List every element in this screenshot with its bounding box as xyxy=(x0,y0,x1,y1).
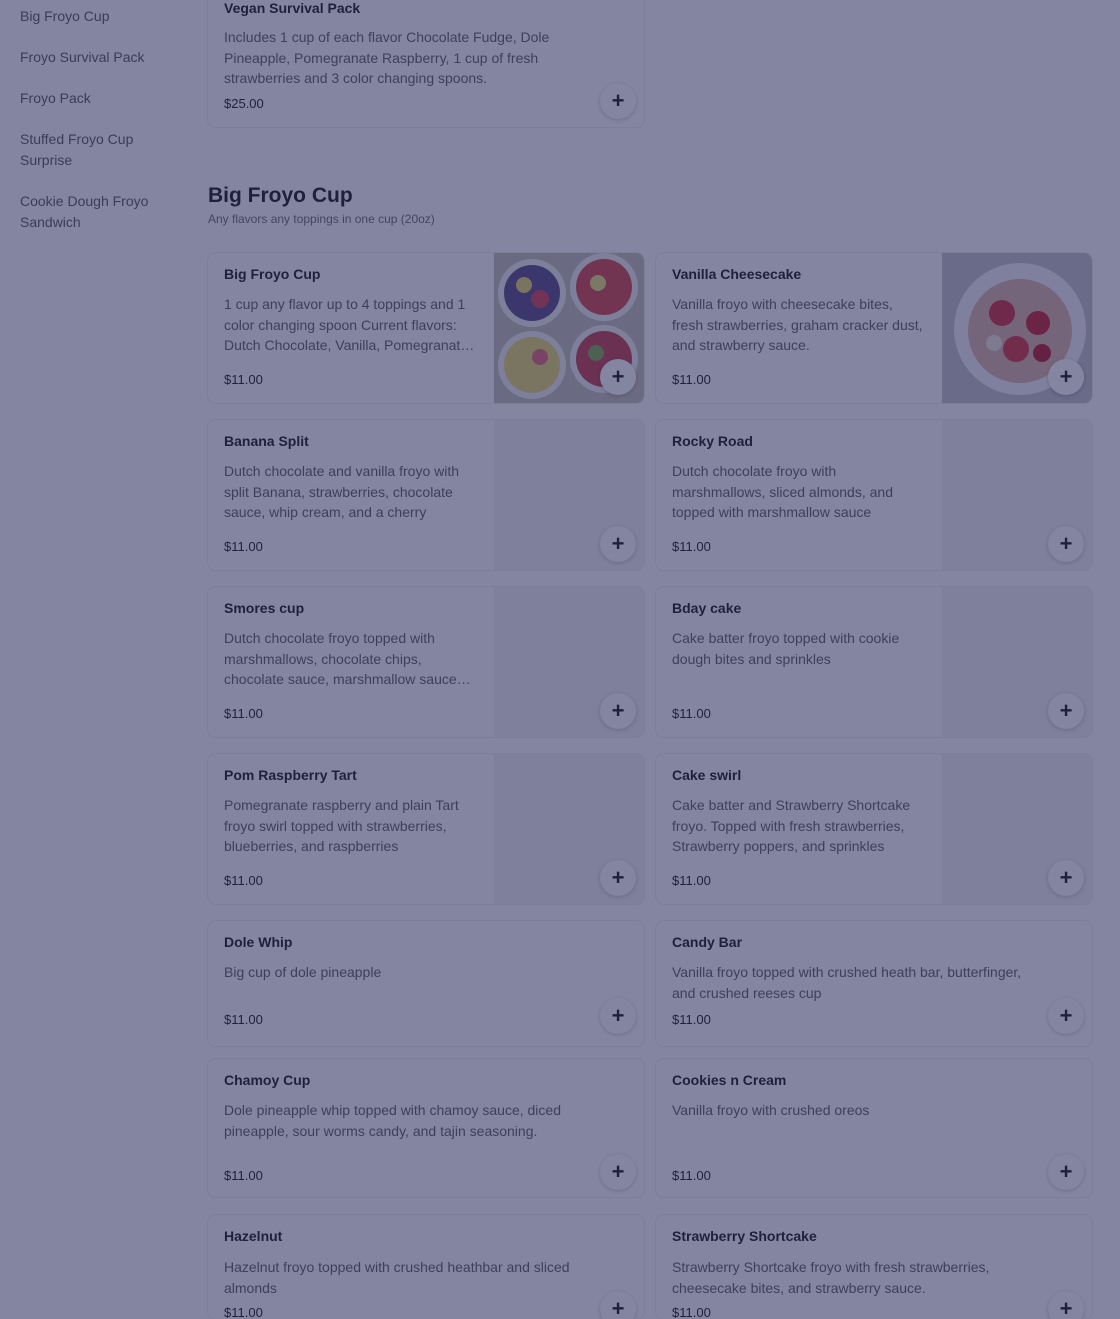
item-price: $11.00 xyxy=(224,706,263,721)
section-title: Big Froyo Cup xyxy=(208,184,353,207)
plus-icon: + xyxy=(611,1296,625,1319)
item-description: Vanilla froyo topped with crushed heath … xyxy=(672,964,1022,1001)
plus-icon: + xyxy=(611,531,625,556)
item-name: Smores cup xyxy=(224,600,305,616)
item-name: Pom Raspberry Tart xyxy=(224,767,357,783)
item-price: $11.00 xyxy=(224,1012,263,1027)
sidebar-item-stuffed-froyo-cup-surprise[interactable]: Stuffed Froyo Cup Surprise xyxy=(20,129,170,171)
plus-icon: + xyxy=(1059,1296,1073,1319)
item-name: Bday cake xyxy=(672,600,742,616)
add-to-cart-button[interactable]: + xyxy=(600,998,636,1034)
item-description: Vanilla froyo with cheesecake bites, fre… xyxy=(672,296,923,353)
item-name: Vegan Survival Pack xyxy=(224,0,361,16)
plus-icon: + xyxy=(1059,698,1073,723)
plus-icon: + xyxy=(611,865,625,890)
menu-item-card[interactable]: Vegan Survival Pack Includes 1 cup of ea… xyxy=(208,0,644,127)
item-name: Banana Split xyxy=(224,433,309,449)
item-price: $11.00 xyxy=(224,372,263,387)
sidebar-item-cookie-dough-froyo-sandwich[interactable]: Cookie Dough Froyo Sandwich xyxy=(20,191,170,233)
menu-item-card[interactable]: Bday cake Cake batter froyo topped with … xyxy=(656,587,1092,737)
item-price: $11.00 xyxy=(672,1168,711,1183)
item-price: $11.00 xyxy=(672,372,711,387)
add-to-cart-button[interactable]: + xyxy=(1048,998,1084,1034)
plus-icon: + xyxy=(611,1003,625,1028)
plus-icon: + xyxy=(611,1159,625,1184)
item-price: $11.00 xyxy=(224,1305,263,1319)
item-description: Pomegranate raspberry and plain Tart fro… xyxy=(224,797,459,854)
add-to-cart-button[interactable]: + xyxy=(1048,359,1084,395)
menu-item-card[interactable]: Banana Split Dutch chocolate and vanilla… xyxy=(208,420,644,570)
menu-item-card[interactable]: Smores cup Dutch chocolate froyo topped … xyxy=(208,587,644,737)
item-description: Cake batter and Strawberry Shortcake fro… xyxy=(672,797,911,854)
plus-icon: + xyxy=(1059,531,1073,556)
item-name: Chamoy Cup xyxy=(224,1072,311,1088)
item-name: Strawberry Shortcake xyxy=(672,1228,817,1244)
sidebar-item-froyo-survival-pack[interactable]: Froyo Survival Pack xyxy=(20,47,170,68)
item-price: $11.00 xyxy=(672,1305,711,1319)
add-to-cart-button[interactable]: + xyxy=(600,860,636,896)
add-to-cart-button[interactable]: + xyxy=(600,83,636,119)
item-price: $11.00 xyxy=(224,1168,263,1183)
item-description: Dole pineapple whip topped with chamoy s… xyxy=(224,1102,561,1139)
menu-item-card[interactable]: Candy Bar Vanilla froyo topped with crus… xyxy=(656,921,1092,1046)
add-to-cart-button[interactable]: + xyxy=(1048,860,1084,896)
menu-item-card[interactable]: Cake swirl Cake batter and Strawberry Sh… xyxy=(656,754,1092,904)
item-description: Cake batter froyo topped with cookie dou… xyxy=(672,630,900,667)
add-to-cart-button[interactable]: + xyxy=(600,1291,636,1319)
item-price: $11.00 xyxy=(224,873,263,888)
item-name: Big Froyo Cup xyxy=(224,266,321,282)
item-price: $11.00 xyxy=(672,873,711,888)
sidebar-item-froyo-pack[interactable]: Froyo Pack xyxy=(20,88,170,109)
menu-item-card[interactable]: Pom Raspberry Tart Pomegranate raspberry… xyxy=(208,754,644,904)
item-price: $11.00 xyxy=(672,1012,711,1027)
item-description: Dutch chocolate froyo with marshmallows,… xyxy=(672,463,893,520)
item-price: $11.00 xyxy=(224,539,263,554)
item-description: Big cup of dole pineapple xyxy=(224,964,382,980)
menu-item-card[interactable]: Vanilla Cheesecake Vanilla froyo with ch… xyxy=(656,253,1092,403)
item-name: Cake swirl xyxy=(672,767,742,783)
add-to-cart-button[interactable]: + xyxy=(600,359,636,395)
item-name: Vanilla Cheesecake xyxy=(672,266,802,282)
plus-icon: + xyxy=(1059,865,1073,890)
menu-item-card[interactable]: Strawberry Shortcake Strawberry Shortcak… xyxy=(656,1215,1092,1319)
menu-item-card[interactable]: Big Froyo Cup 1 cup any flavor up to 4 t… xyxy=(208,253,644,403)
menu-item-card[interactable]: Dole Whip Big cup of dole pineapple $11.… xyxy=(208,921,644,1046)
sidebar-item-big-froyo-cup[interactable]: Big Froyo Cup xyxy=(20,6,170,27)
add-to-cart-button[interactable]: + xyxy=(600,526,636,562)
add-to-cart-button[interactable]: + xyxy=(1048,1291,1084,1319)
item-description: Dutch chocolate and vanilla froyo with s… xyxy=(224,463,460,520)
menu-item-card[interactable]: Rocky Road Dutch chocolate froyo with ma… xyxy=(656,420,1092,570)
add-to-cart-button[interactable]: + xyxy=(600,693,636,729)
item-name: Rocky Road xyxy=(672,433,753,449)
menu-item-card[interactable]: Hazelnut Hazelnut froyo topped with crus… xyxy=(208,1215,644,1319)
item-name: Candy Bar xyxy=(672,934,743,950)
item-description: Strawberry Shortcake froyo with fresh st… xyxy=(672,1259,990,1296)
item-description: Dutch chocolate froyo topped with marshm… xyxy=(224,630,457,687)
item-description: Hazelnut froyo topped with crushed heath… xyxy=(224,1259,570,1296)
item-description: 1 cup any flavor up to 4 toppings and 1 … xyxy=(224,296,469,353)
item-description: Includes 1 cup of each flavor Chocolate … xyxy=(224,29,550,86)
menu-item-card[interactable]: Chamoy Cup Dole pineapple whip topped wi… xyxy=(208,1059,644,1197)
plus-icon: + xyxy=(611,364,625,389)
plus-icon: + xyxy=(611,88,625,113)
add-to-cart-button[interactable]: + xyxy=(1048,693,1084,729)
item-price: $11.00 xyxy=(672,706,711,721)
item-name: Hazelnut xyxy=(224,1228,283,1244)
menu-item-card[interactable]: Cookies n Cream Vanilla froyo with crush… xyxy=(656,1059,1092,1197)
plus-icon: + xyxy=(1059,1159,1073,1184)
plus-icon: + xyxy=(611,698,625,723)
item-price: $25.00 xyxy=(224,96,264,111)
plus-icon: + xyxy=(1059,1003,1073,1028)
item-name: Cookies n Cream xyxy=(672,1072,787,1088)
item-price: $11.00 xyxy=(672,539,711,554)
add-to-cart-button[interactable]: + xyxy=(600,1154,636,1190)
add-to-cart-button[interactable]: + xyxy=(1048,526,1084,562)
section-subtitle: Any flavors any toppings in one cup (20o… xyxy=(208,212,435,226)
item-name: Dole Whip xyxy=(224,934,293,950)
item-description: Vanilla froyo with crushed oreos xyxy=(672,1102,870,1118)
add-to-cart-button[interactable]: + xyxy=(1048,1154,1084,1190)
plus-icon: + xyxy=(1059,364,1073,389)
